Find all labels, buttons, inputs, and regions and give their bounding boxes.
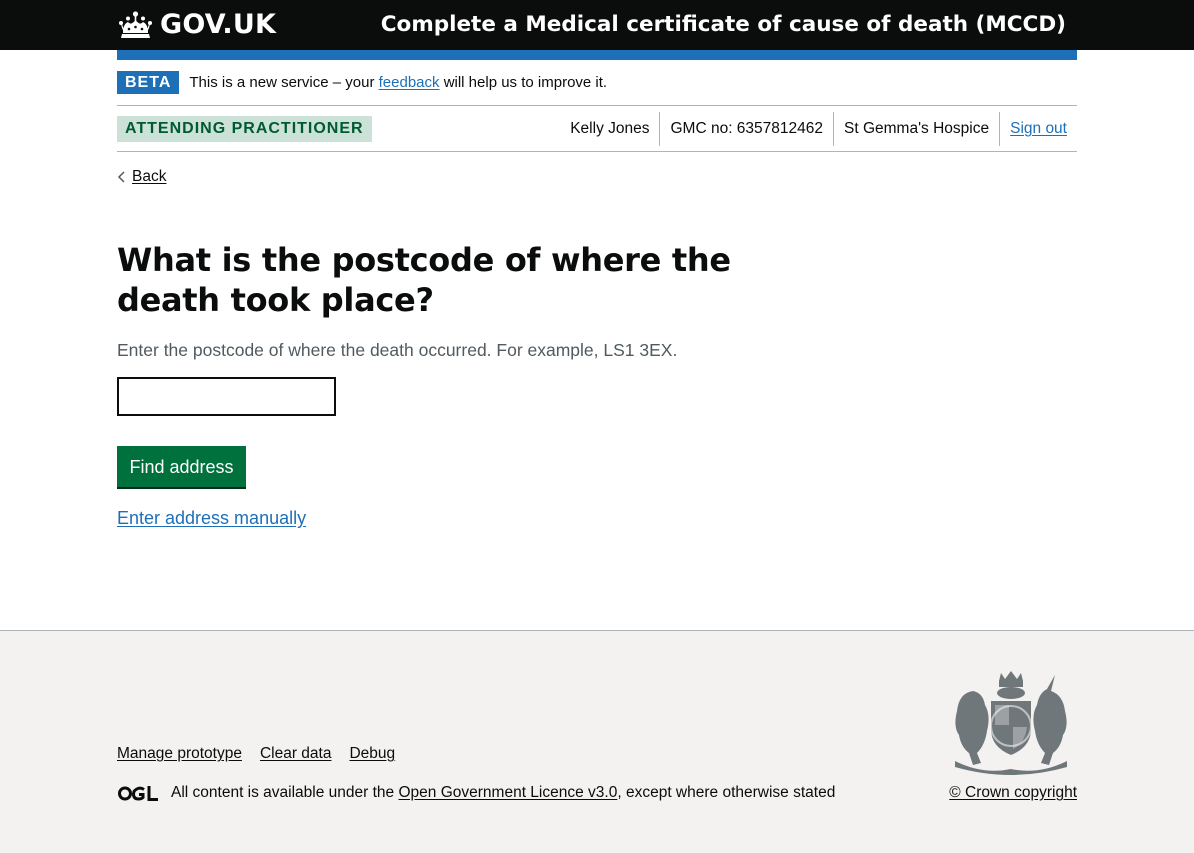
role-tag: ATTENDING PRACTITIONER — [117, 116, 372, 142]
chevron-left-icon — [117, 171, 125, 183]
account-bar: ATTENDING PRACTITIONER Kelly Jones GMC n… — [117, 106, 1077, 152]
ogl-icon — [118, 785, 158, 801]
footer-links: Manage prototype Clear data Debug — [117, 743, 413, 765]
sign-out-link[interactable]: Sign out — [1010, 120, 1067, 137]
footer: Manage prototype Clear data Debug All co… — [0, 630, 1194, 853]
open-government-licence-link[interactable]: Open Government Licence v3.0 — [398, 782, 617, 804]
service-name-link[interactable]: Complete a Medical certificate of cause … — [381, 9, 1066, 41]
licence-text-after: , except where otherwise stated — [617, 784, 836, 801]
organisation-name: St Gemma's Hospice — [833, 112, 999, 146]
royal-coat-of-arms-icon — [955, 671, 1067, 775]
logo-text: GOV.UK — [160, 9, 277, 40]
feedback-link[interactable]: feedback — [379, 74, 440, 91]
postcode-input[interactable] — [117, 377, 336, 416]
phase-text-before: This is a new service – your — [189, 73, 375, 91]
sign-out-item: Sign out — [999, 112, 1067, 146]
gmc-number: GMC no: 6357812462 — [659, 112, 833, 146]
account-details: Kelly Jones GMC no: 6357812462 St Gemma'… — [560, 112, 1067, 146]
find-address-button[interactable]: Find address — [117, 446, 246, 487]
back-link[interactable]: Back — [117, 166, 166, 188]
back-link-label: Back — [132, 168, 167, 185]
govuk-header: GOV.UK Complete a Medical certificate of… — [0, 0, 1194, 50]
licence-statement: All content is available under the Open … — [117, 782, 835, 804]
govuk-logo-link[interactable]: GOV.UK — [117, 8, 276, 42]
phase-banner-text: This is a new service – your feedback wi… — [189, 73, 607, 93]
crown-icon — [119, 11, 152, 38]
debug-link[interactable]: Debug — [349, 743, 395, 765]
phase-text-after: will help us to improve it. — [443, 73, 608, 91]
header-blue-bar — [117, 50, 1077, 60]
postcode-hint: Enter the postcode of where the death oc… — [117, 340, 678, 360]
page-title: What is the postcode of where the death … — [117, 241, 731, 319]
user-name: Kelly Jones — [570, 120, 650, 137]
phase-tag: BETA — [117, 71, 180, 94]
clear-data-link[interactable]: Clear data — [260, 743, 332, 765]
manage-prototype-link[interactable]: Manage prototype — [117, 743, 242, 765]
enter-address-manually-link[interactable]: Enter address manually — [117, 505, 306, 531]
phase-banner: BETA This is a new service – your feedba… — [117, 60, 1077, 106]
licence-text-before: All content is available under the — [171, 784, 395, 801]
crown-copyright-link[interactable]: © Crown copyright — [949, 782, 1077, 804]
